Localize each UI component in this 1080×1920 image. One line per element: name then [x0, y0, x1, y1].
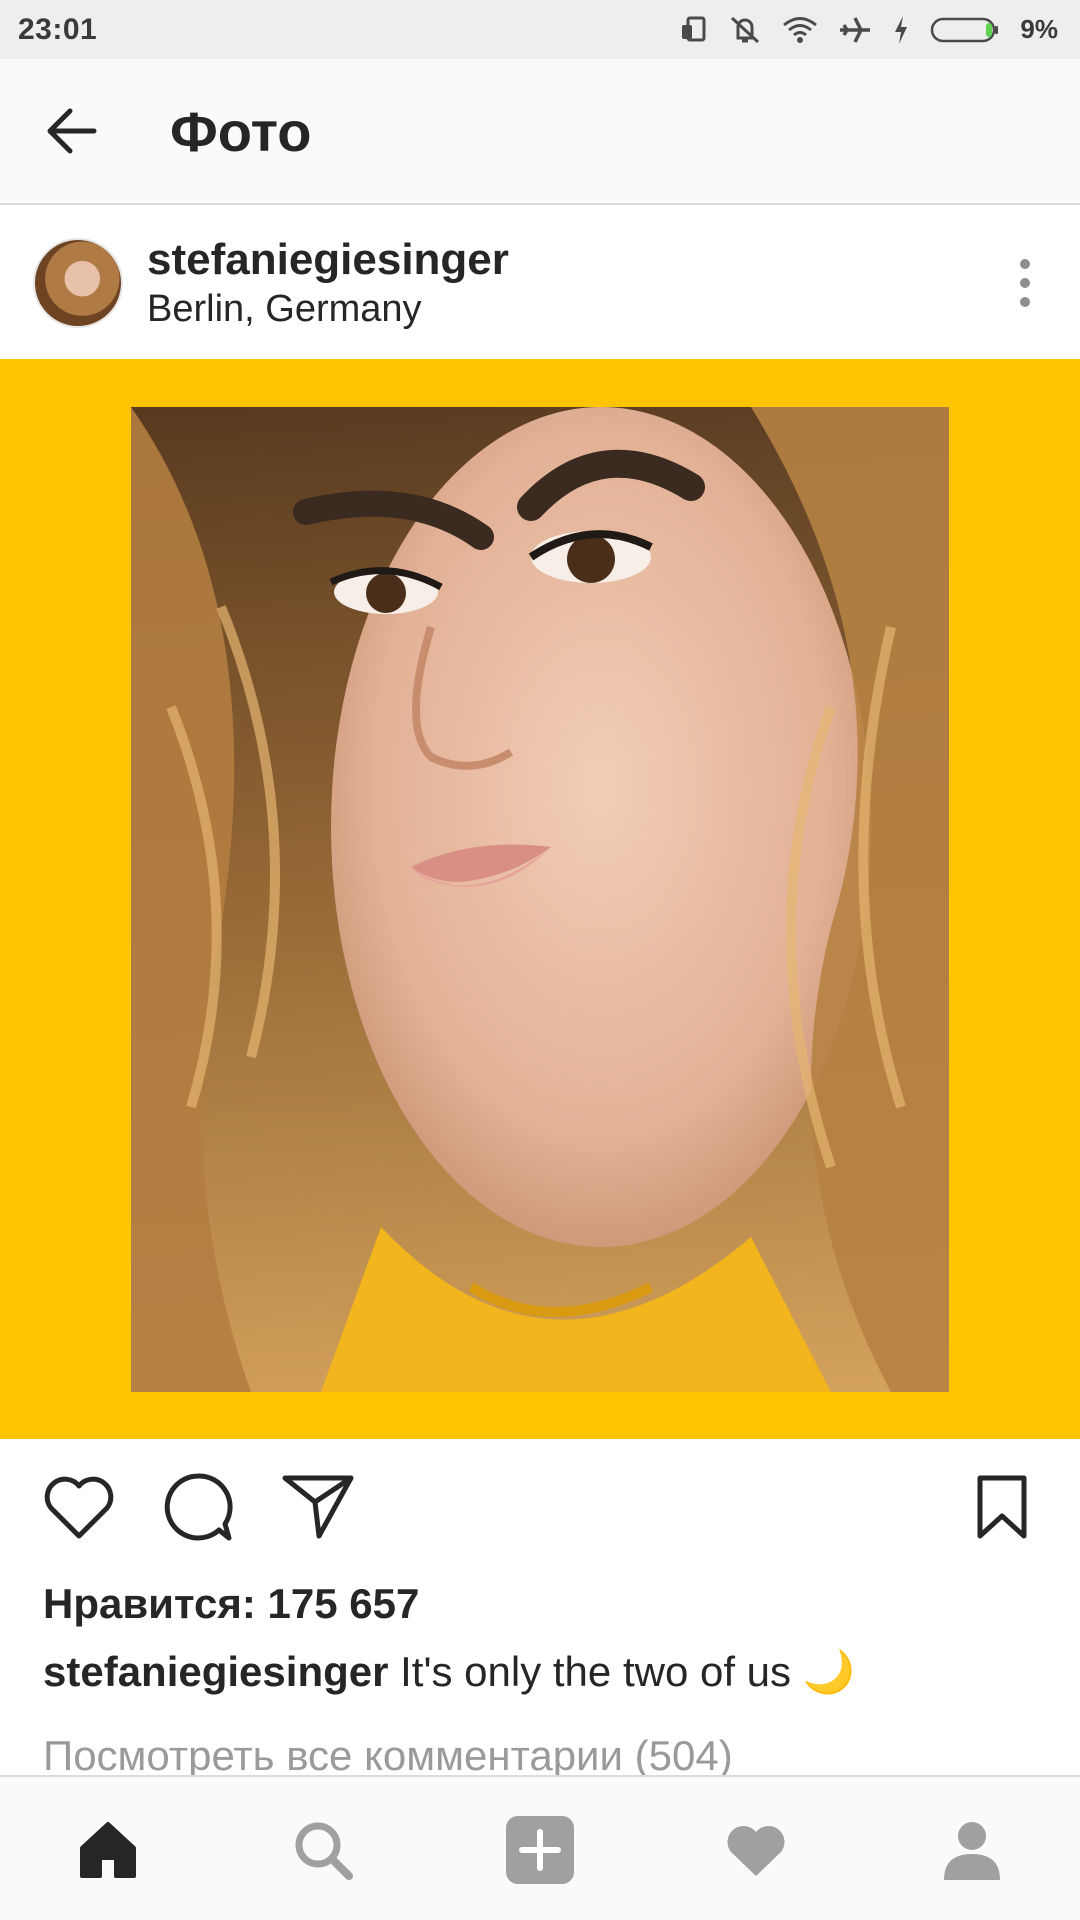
- bottom-navigation: [0, 1775, 1080, 1920]
- profile-icon: [944, 1822, 1000, 1880]
- activity-heart-icon: [727, 1825, 785, 1876]
- view-all-comments-link[interactable]: Посмотреть все комментарии (504): [43, 1732, 733, 1780]
- search-icon: [295, 1822, 353, 1880]
- bookmark-button[interactable]: [962, 1467, 1042, 1547]
- status-icons: 9%: [680, 14, 1058, 46]
- rotate-icon: [680, 15, 708, 45]
- comment-button[interactable]: [158, 1467, 238, 1547]
- author-username[interactable]: stefaniegiesinger: [147, 234, 509, 286]
- page-title: Фото: [170, 99, 312, 163]
- avatar[interactable]: [33, 238, 123, 328]
- arrow-left-icon: [47, 108, 97, 154]
- post-location[interactable]: Berlin, Germany: [147, 286, 509, 332]
- wifi-icon: [782, 16, 818, 44]
- nav-home[interactable]: [63, 1805, 153, 1895]
- nav-activity[interactable]: [711, 1805, 801, 1895]
- author-block: stefaniegiesinger Berlin, Germany: [147, 234, 509, 332]
- app-bar: Фото: [0, 59, 1080, 205]
- vibrate-off-icon: [728, 14, 762, 46]
- status-bar: 23:01 9%: [0, 0, 1080, 59]
- post-caption: stefaniegiesinger It's only the two of u…: [43, 1648, 855, 1697]
- more-options-button[interactable]: [1010, 253, 1040, 313]
- battery-icon: [930, 15, 1000, 45]
- add-post-icon: [506, 1816, 574, 1884]
- post-photo-frame[interactable]: [0, 359, 1080, 1439]
- instagram-photo-screen: 23:01 9% Фото stefaniegiesinger Berlin, …: [0, 0, 1080, 1920]
- nav-search[interactable]: [278, 1805, 368, 1895]
- post-photo[interactable]: [131, 407, 949, 1392]
- send-icon: [282, 1475, 354, 1539]
- comment-icon: [164, 1473, 233, 1541]
- caption-username[interactable]: stefaniegiesinger: [43, 1648, 388, 1695]
- caption-text: It's only the two of us 🌙: [400, 1648, 855, 1695]
- home-icon: [80, 1822, 136, 1878]
- likes-count[interactable]: Нравится: 175 657: [43, 1580, 419, 1628]
- share-button[interactable]: [278, 1467, 358, 1547]
- status-time: 23:01: [18, 12, 98, 46]
- heart-outline-icon: [44, 1476, 114, 1539]
- more-vertical-icon: [1020, 259, 1030, 269]
- nav-profile[interactable]: [927, 1805, 1017, 1895]
- bookmark-icon: [977, 1475, 1027, 1539]
- post-actions: [0, 1439, 1080, 1579]
- battery-percent: 9%: [1020, 14, 1058, 44]
- charging-icon: [892, 15, 910, 45]
- airplane-icon: [838, 15, 872, 45]
- nav-add-post[interactable]: [495, 1805, 585, 1895]
- like-button[interactable]: [39, 1467, 119, 1547]
- back-button[interactable]: [32, 91, 112, 171]
- post-header: stefaniegiesinger Berlin, Germany: [0, 207, 1080, 359]
